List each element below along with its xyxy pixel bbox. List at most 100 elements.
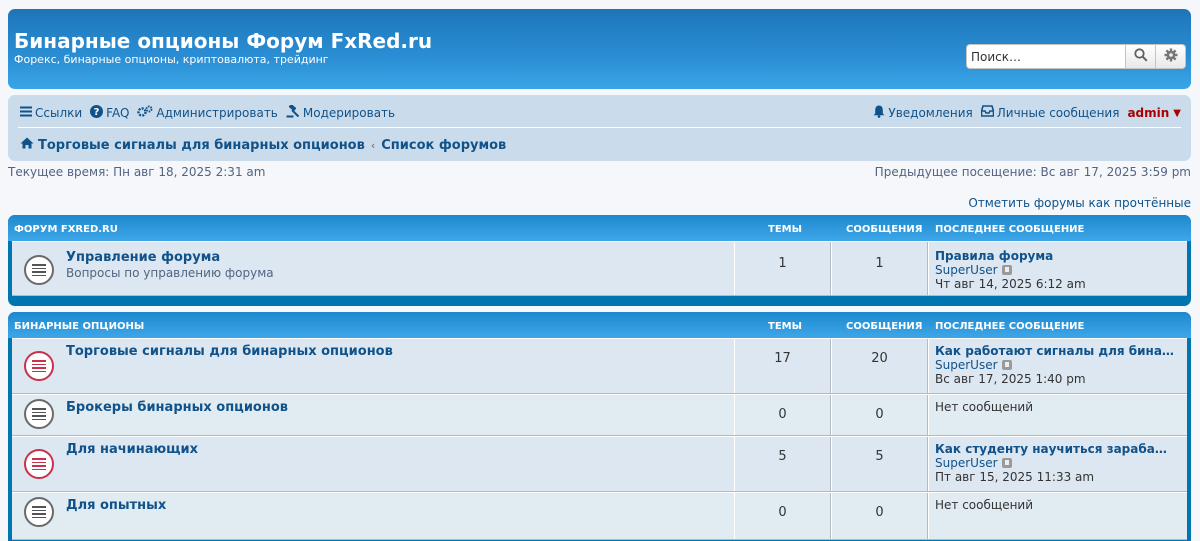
last-post-title[interactable]: Правила форума [935,249,1187,263]
column-posts: СООБЩЕНИЯ [846,224,923,235]
topics-count: 5 [734,437,831,491]
admin-cp-link[interactable]: Администрировать [137,105,278,122]
user-menu[interactable]: admin ▼ [1127,106,1181,120]
last-post-author[interactable]: SuperUser [935,263,998,277]
forum-title[interactable]: Управление форума [66,250,220,265]
category-header: БИНАРНЫЕ ОПЦИОНЫ ТЕМЫ СООБЩЕНИЯ ПОСЛЕДНЕ… [8,312,1191,338]
quick-links-label: Ссылки [35,106,83,120]
last-post-date: Вс авг 17, 2025 1:40 pm [935,372,1086,386]
user-nav: Уведомления Личные сообщения admin ▼ [873,105,1181,122]
posts-count: 0 [831,493,928,539]
last-visit: Предыдущее посещение: Вс авг 17, 2025 3:… [874,165,1191,179]
gavel-icon [286,103,300,122]
last-post-title[interactable]: Как студенту научиться зараба… [935,442,1187,456]
view-latest-post-icon[interactable] [1001,458,1012,468]
forum-cell: Для опытных [12,493,734,539]
last-post-author[interactable]: SuperUser [935,358,998,372]
forum-read-icon [24,255,54,285]
mark-forums-read-link[interactable]: Отметить форумы как прочтённые [968,196,1191,210]
category-header: ФОРУМ FXRED.RU ТЕМЫ СООБЩЕНИЯ ПОСЛЕДНЕЕ … [8,215,1191,241]
column-last-post: ПОСЛЕДНЕЕ СООБЩЕНИЕ [935,321,1085,332]
posts-count: 0 [831,395,928,435]
column-topics: ТЕМЫ [768,321,802,332]
admin-cp-label: Администрировать [156,106,278,120]
advanced-search-button[interactable] [1155,45,1185,68]
last-post: Как студенту научиться зараба… SuperUser… [928,437,1187,491]
question-icon: ? [90,104,104,122]
last-post-date: Чт авг 14, 2025 6:12 am [935,277,1086,291]
last-post: Нет сообщений [928,395,1187,435]
site-description: Форекс, бинарные опционы, криптовалюта, … [14,53,329,66]
forum-list: Управление форума Вопросы по управлению … [12,241,1187,296]
forum-list: Торговые сигналы для бинарных опционов 1… [12,338,1187,540]
home-icon[interactable] [20,137,34,153]
forum-title[interactable]: Для опытных [66,498,166,513]
forum-unread-icon [24,351,54,381]
column-last-post: ПОСЛЕДНЕЕ СООБЩЕНИЕ [935,224,1085,235]
forum-cell: Брокеры бинарных опционов [12,395,734,435]
breadcrumb-item-index[interactable]: Список форумов [381,138,506,153]
current-time: Текущее время: Пн авг 18, 2025 2:31 am [8,165,266,179]
search-box [966,44,1186,69]
quick-links-menu[interactable]: Ссылки [20,106,82,121]
caret-down-icon: ▼ [1173,107,1181,119]
breadcrumb: Торговые сигналы для бинарных опционов ‹… [20,136,506,154]
column-posts: СООБЩЕНИЯ [846,321,923,332]
username: admin [1127,106,1170,120]
forum-cell: Для начинающих [12,437,734,491]
menu-icon [20,106,32,121]
forum-row: Брокеры бинарных опционов 0 0 Нет сообще… [12,394,1187,436]
forum-row: Для начинающих 5 5 Как студенту научитьс… [12,436,1187,492]
search-input[interactable] [967,45,1125,68]
forum-row: Торговые сигналы для бинарных опционов 1… [12,338,1187,394]
private-messages-label: Личные сообщения [996,106,1120,120]
posts-count: 1 [831,242,928,295]
forum-title[interactable]: Для начинающих [66,442,198,457]
last-post: Правила форума SuperUser Чт авг 14, 2025… [928,242,1187,295]
moderate-label: Модерировать [302,106,396,120]
last-post-title[interactable]: Как работают сигналы для бина… [935,344,1187,358]
column-topics: ТЕМЫ [768,224,802,235]
faq-link[interactable]: ? FAQ [90,104,130,122]
forum-title[interactable]: Брокеры бинарных опционов [66,400,288,415]
last-post-author[interactable]: SuperUser [935,456,998,470]
bell-icon [873,105,885,122]
breadcrumb-item-forum[interactable]: Торговые сигналы для бинарных опционов [38,138,365,153]
moderate-link[interactable]: Модерировать [286,103,396,122]
no-posts-text: Нет сообщений [935,400,1034,414]
forum-row: Для опытных 0 0 Нет сообщений [12,492,1187,540]
category-title[interactable]: БИНАРНЫЕ ОПЦИОНЫ [14,321,144,332]
faq-label: FAQ [106,106,130,120]
no-posts-text: Нет сообщений [935,498,1034,512]
svg-text:?: ? [94,107,100,118]
last-post: Нет сообщений [928,493,1187,539]
forum-title[interactable]: Торговые сигналы для бинарных опционов [66,344,393,359]
last-post-date: Пт авг 15, 2025 11:33 am [935,470,1095,484]
forum-unread-icon [24,449,54,479]
view-latest-post-icon[interactable] [1001,360,1012,370]
category-block: БИНАРНЫЕ ОПЦИОНЫ ТЕМЫ СООБЩЕНИЯ ПОСЛЕДНЕ… [8,312,1191,541]
gear-icon [1164,48,1178,66]
forum-read-icon [24,497,54,527]
forum-description: Вопросы по управлению форума [66,266,274,280]
notifications-link[interactable]: Уведомления [873,105,973,122]
search-icon [1133,47,1148,66]
forum-cell: Торговые сигналы для бинарных опционов [12,339,734,393]
topics-count: 1 [734,242,831,295]
inbox-icon [980,105,995,121]
view-latest-post-icon[interactable] [1001,265,1012,275]
topics-count: 0 [734,493,831,539]
posts-count: 5 [831,437,928,491]
topics-count: 17 [734,339,831,393]
last-post: Как работают сигналы для бина… SuperUser… [928,339,1187,393]
posts-count: 20 [831,339,928,393]
breadcrumb-separator: ‹ [370,138,376,152]
topics-count: 0 [734,395,831,435]
private-messages-link[interactable]: Личные сообщения [980,105,1120,121]
search-button[interactable] [1125,45,1155,68]
forum-cell: Управление форума Вопросы по управлению … [12,242,734,295]
site-header: Бинарные опционы Форум FxRed.ru Форекс, … [8,9,1191,89]
category-block: ФОРУМ FXRED.RU ТЕМЫ СООБЩЕНИЯ ПОСЛЕДНЕЕ … [8,215,1191,306]
site-title[interactable]: Бинарные опционы Форум FxRed.ru [14,29,432,53]
category-title[interactable]: ФОРУМ FXRED.RU [14,224,118,235]
